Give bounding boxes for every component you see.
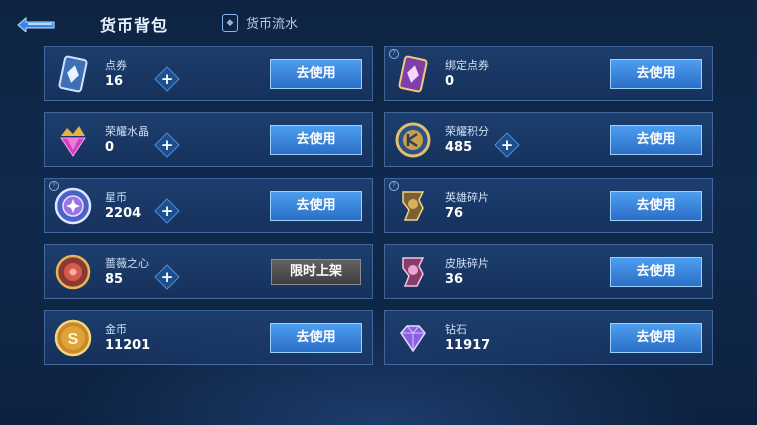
currency-name: 荣耀积分 (445, 125, 489, 138)
glory-crystal-icon (60, 126, 86, 157)
add-glory-crystal-button[interactable]: + (154, 132, 180, 158)
currency-card-gold-coin: S 金币 11201 去使用 (44, 310, 373, 365)
currency-count: 85 (105, 272, 124, 287)
currency-name: 绑定点券 (445, 59, 489, 72)
star-coin-icon (54, 187, 92, 225)
currency-count: 0 (105, 140, 115, 155)
currency-count: 11201 (105, 338, 151, 353)
use-skin-shard-button[interactable]: 去使用 (610, 257, 702, 287)
svg-text:S: S (68, 331, 79, 348)
rose-heart-icon (55, 254, 91, 290)
currency-count: 36 (445, 272, 464, 287)
currency-card-diamond: 钻石 11917 去使用 (384, 310, 713, 365)
use-diamond-button[interactable]: 去使用 (610, 323, 702, 353)
currency-card-glory-crystal: 荣耀水晶 0 + 去使用 (44, 112, 373, 167)
use-glory-points-button[interactable]: 去使用 (610, 125, 702, 155)
currency-flow-tab[interactable]: ◆ 货币流水 (222, 13, 298, 32)
back-button[interactable] (14, 10, 58, 34)
currency-count: 11917 (445, 338, 491, 353)
currency-count: 16 (105, 74, 124, 89)
add-coupon-button[interactable]: + (154, 66, 180, 92)
gold-coin-icon: S (54, 319, 92, 357)
currency-card-bound-coupon: ? 绑定点券 0 去使用 (384, 46, 713, 101)
use-coupon-button[interactable]: 去使用 (270, 59, 362, 89)
add-star-coin-button[interactable]: + (154, 198, 180, 224)
currency-name: 金币 (105, 323, 127, 336)
hero-shard-icon (402, 191, 425, 221)
add-glory-points-button[interactable]: + (494, 132, 520, 158)
currency-card-glory-points: 荣耀积分 485 + 去使用 (384, 112, 713, 167)
currency-count: 0 (445, 74, 455, 89)
use-hero-shard-button[interactable]: 去使用 (610, 191, 702, 221)
coupon-icon (58, 55, 88, 93)
diamond-icon (400, 325, 426, 353)
currency-name: 荣耀水晶 (105, 125, 149, 138)
currency-card-star-coin: ? 星币 2204 + 去使用 (44, 178, 373, 233)
currency-count: 485 (445, 140, 473, 155)
currency-card-skin-shard: 皮肤碎片 36 去使用 (384, 244, 713, 299)
currency-count: 76 (445, 206, 464, 221)
skin-shard-icon (402, 257, 425, 287)
currency-flow-label: 货币流水 (246, 17, 299, 32)
top-bar: 货币背包 ◆ 货币流水 (0, 0, 757, 44)
currency-card-rose-heart: 蔷薇之心 85 + 限时上架 (44, 244, 373, 299)
bound-coupon-icon (398, 55, 428, 93)
currency-name: 皮肤碎片 (445, 257, 489, 270)
currency-card-hero-shard: ? 英雄碎片 76 去使用 (384, 178, 713, 233)
currency-card-coupon: 点券 16 + 去使用 (44, 46, 373, 101)
currency-count: 2204 (105, 206, 142, 221)
currency-name: 蔷薇之心 (105, 257, 149, 270)
currency-name: 英雄碎片 (445, 191, 489, 204)
page-title: 货币背包 (100, 16, 169, 35)
back-arrow-icon (17, 16, 55, 34)
use-glory-crystal-button[interactable]: 去使用 (270, 125, 362, 155)
use-bound-coupon-button[interactable]: 去使用 (610, 59, 702, 89)
ledger-icon: ◆ (222, 13, 238, 32)
use-star-coin-button[interactable]: 去使用 (270, 191, 362, 221)
limited-release-button[interactable]: 限时上架 (271, 259, 361, 285)
glory-points-icon (395, 122, 431, 158)
currency-name: 星币 (105, 191, 127, 204)
add-rose-heart-button[interactable]: + (154, 264, 180, 290)
use-gold-coin-button[interactable]: 去使用 (270, 323, 362, 353)
currency-name: 钻石 (445, 323, 467, 336)
currency-name: 点券 (105, 59, 127, 72)
